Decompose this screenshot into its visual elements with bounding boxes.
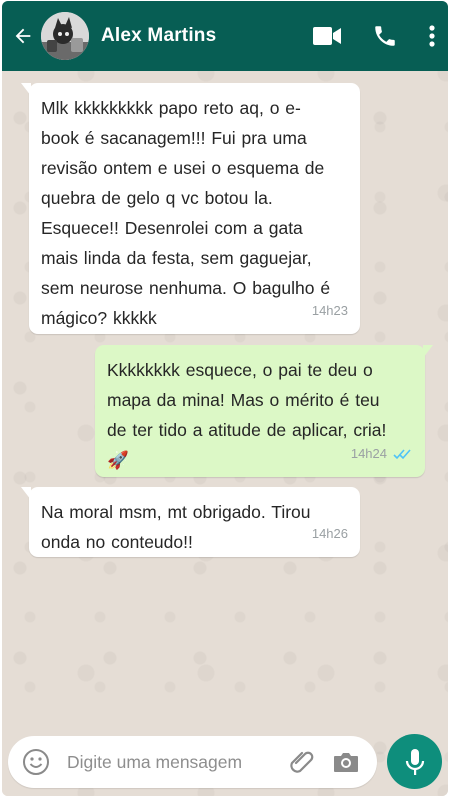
camera-icon [334,753,358,772]
paperclip-icon [290,751,314,773]
contact-name[interactable]: Alex Martins [101,25,312,47]
emoji-icon [23,749,49,775]
avatar-image [41,12,89,60]
videocam-icon [313,27,341,45]
message-input-container[interactable]: Digite uma mensagem [8,736,377,788]
message-text: Na moral msm, mt obrigado. Tirou onda no… [41,502,311,552]
double-check-read-icon [393,449,411,460]
emoji-button[interactable] [21,747,51,777]
arrow-left-icon [15,28,31,44]
mic-icon [405,748,424,775]
attach-button[interactable] [287,747,317,777]
voice-message-button[interactable] [387,734,442,789]
back-button[interactable] [11,24,35,48]
phone-icon [375,26,395,46]
message-list[interactable]: Mlk kkkkkkkkk papo reto aq, o e- book é … [2,71,448,734]
bubble-tail [423,345,433,358]
message-time: 14h23 [311,303,348,318]
camera-button[interactable] [331,747,361,777]
bubble-tail [21,83,31,96]
menu-button[interactable] [422,21,442,51]
contact-avatar[interactable] [41,12,89,60]
video-call-button[interactable] [312,21,342,51]
message-composer: Digite uma mensagem [2,734,448,796]
message-time: 14h26 [311,526,348,541]
message-meta: 14h24 [351,439,413,469]
message-meta: 14h26 [312,519,348,549]
chat-screen: Alex Martins Mlk kkkkkkkkk papo reto aq,… [2,1,448,796]
bubble-tail [21,487,31,500]
chat-header: Alex Martins [2,1,448,71]
message-text: Mlk kkkkkkkkk papo reto aq, o e- book é … [41,98,331,328]
message-meta: 14h23 [312,296,348,326]
message-input[interactable]: Digite uma mensagem [67,752,287,773]
message-outgoing[interactable]: Kkkkkkkk esquece, o pai te deu o mapa da… [95,345,433,477]
message-incoming[interactable]: Mlk kkkkkkkkk papo reto aq, o e- book é … [21,83,360,334]
message-time: 14h24 [350,446,387,461]
more-vert-icon [429,25,435,47]
message-incoming[interactable]: Na moral msm, mt obrigado. Tirou onda no… [21,487,360,557]
voice-call-button[interactable] [370,21,400,51]
